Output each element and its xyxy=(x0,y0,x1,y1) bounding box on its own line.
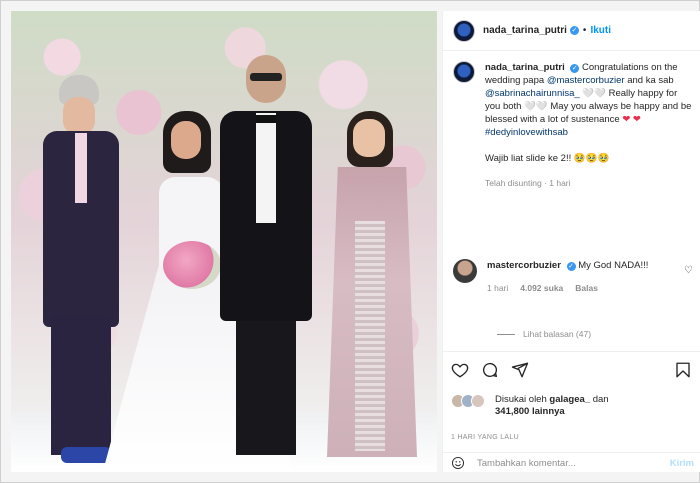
verified-icon: ✓ xyxy=(570,64,580,73)
comment-body: My God NADA!!! xyxy=(578,260,649,271)
likes-text: Disukai oleh galagea_ dan 341,800 lainny… xyxy=(495,394,609,418)
avatar[interactable] xyxy=(453,19,475,42)
caption: nada_tarina_putri ✓ Congratulations on t… xyxy=(453,61,697,190)
comment-likes[interactable]: 4.092 suka xyxy=(520,282,563,295)
likes-count[interactable]: 341,800 lainnya xyxy=(495,406,565,417)
liker-avatar xyxy=(471,394,485,408)
bouquet xyxy=(163,241,221,289)
mention-link[interactable]: @sabrinachairunnisa_ xyxy=(485,88,580,99)
heart-emoji: ❤ xyxy=(632,114,641,125)
post-username[interactable]: nada_tarina_putri xyxy=(483,25,567,36)
heart-emoji: ❤ xyxy=(622,114,631,125)
comment-text: mastercorbuzier ✓ My God NADA!!! 1 hari … xyxy=(487,259,679,295)
hashtag-link[interactable]: #dedyinlovewithsab xyxy=(485,127,568,138)
caption-text: nada_tarina_putri ✓ Congratulations on t… xyxy=(485,61,693,190)
separator-dot: • xyxy=(582,25,587,36)
heart-icon[interactable] xyxy=(451,361,469,379)
comment-icon[interactable] xyxy=(481,361,499,379)
likes-suffix: dan xyxy=(590,394,609,405)
caption-username[interactable]: nada_tarina_putri xyxy=(485,62,565,73)
replies-line xyxy=(497,333,515,335)
comment-item: mastercorbuzier ✓ My God NADA!!! 1 hari … xyxy=(453,259,697,295)
emoji-icon[interactable] xyxy=(451,456,465,470)
mention-link[interactable]: @mastercorbuzier xyxy=(547,75,625,86)
view-replies[interactable]: Lihat balasan (47) xyxy=(497,329,591,339)
post-photo[interactable] xyxy=(11,11,437,472)
likes-prefix: Disukai oleh xyxy=(495,394,550,405)
likes-summary: Disukai oleh galagea_ dan 341,800 lainny… xyxy=(451,394,609,418)
screenshot-frame: nada_tarina_putri ✓ • Ikuti nada_tarina_… xyxy=(0,0,700,483)
action-icons xyxy=(451,361,529,379)
reply-button[interactable]: Balas xyxy=(575,282,598,295)
post-side-panel: nada_tarina_putri ✓ • Ikuti nada_tarina_… xyxy=(442,11,700,472)
follow-button[interactable]: Ikuti xyxy=(590,25,611,36)
bookmark-icon[interactable] xyxy=(674,361,692,379)
person-groom xyxy=(216,55,316,460)
comment-time: 1 hari xyxy=(487,283,509,293)
post-comment-button[interactable]: Kirim xyxy=(670,458,694,469)
post-header: nada_tarina_putri ✓ • Ikuti xyxy=(443,11,700,51)
caption-avatar[interactable] xyxy=(453,61,475,83)
verified-icon: ✓ xyxy=(569,26,579,35)
liker-username[interactable]: galagea_ xyxy=(549,394,590,405)
verified-icon: ✓ xyxy=(566,262,576,271)
comment-username[interactable]: mastercorbuzier xyxy=(487,260,561,271)
caption-line2: and ka sab xyxy=(624,75,674,86)
caption-line4: Wajib liat slide ke 2!! 🥹🥹🥹 xyxy=(485,153,610,164)
comment-meta: 1 hari 4.092 suka Balas xyxy=(487,282,679,295)
caption-meta: Telah disunting · 1 hari xyxy=(485,178,571,188)
share-icon[interactable] xyxy=(511,361,529,379)
actions-section: Disukai oleh galagea_ dan 341,800 lainny… xyxy=(443,351,700,471)
comment-input[interactable] xyxy=(477,457,647,469)
comment-avatar[interactable] xyxy=(453,259,477,283)
comment-like-icon[interactable]: ♡ xyxy=(684,265,693,276)
post-timestamp[interactable]: 1 HARI YANG LALU xyxy=(451,434,519,441)
person-girl xyxy=(321,111,421,457)
add-comment-bar: Kirim xyxy=(443,452,700,473)
view-replies-label[interactable]: Lihat balasan (47) xyxy=(523,329,591,339)
